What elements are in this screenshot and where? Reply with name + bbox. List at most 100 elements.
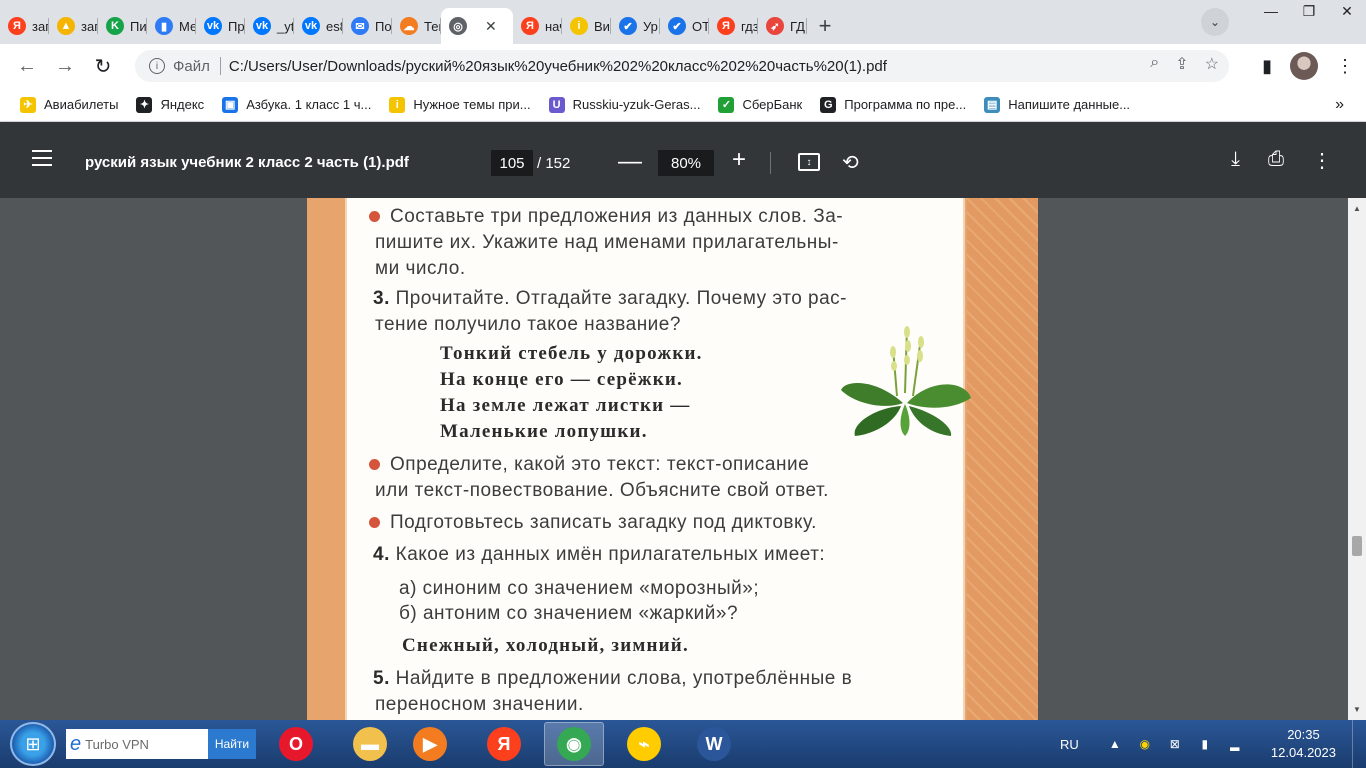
battery-icon[interactable]: ▮ bbox=[1197, 736, 1213, 752]
fit-page-icon[interactable]: ↕ bbox=[798, 153, 820, 171]
profile-avatar[interactable] bbox=[1290, 52, 1318, 80]
check-icon: ✔ bbox=[619, 17, 637, 35]
bookmark-item[interactable]: ✦ Яндекс bbox=[136, 96, 204, 113]
exercise-text: Какое из данных имён прилагательных имее… bbox=[395, 544, 826, 565]
start-button[interactable]: ⊞ bbox=[10, 722, 56, 766]
yandex-icon: Я bbox=[8, 17, 26, 35]
reload-button[interactable]: ↻ bbox=[86, 49, 120, 83]
plane-icon: ✈ bbox=[20, 96, 36, 113]
taskbar-app[interactable]: ▶ bbox=[400, 722, 460, 766]
tab-search-button[interactable]: ⌄ bbox=[1201, 8, 1229, 36]
rotate-icon[interactable]: ⟲ bbox=[842, 150, 859, 175]
tab-title: зап bbox=[81, 18, 98, 34]
language-indicator[interactable]: RU bbox=[1060, 737, 1079, 752]
menu-icon[interactable] bbox=[32, 150, 52, 166]
browser-tab[interactable]: i Ви bbox=[562, 8, 611, 44]
menu-kebab-icon[interactable]: ⋮ bbox=[1336, 56, 1354, 77]
side-panel-icon[interactable]: ▮ bbox=[1262, 56, 1272, 77]
zoom-out-button[interactable]: — bbox=[618, 148, 642, 176]
download-icon[interactable]: ⤓ bbox=[1231, 148, 1240, 173]
browser-tab[interactable]: ✉ По bbox=[343, 8, 392, 44]
taskbar-app[interactable]: W bbox=[684, 722, 744, 766]
bookmark-item[interactable]: ✈ Авиабилеты bbox=[20, 96, 118, 113]
bookmarks-more-button[interactable]: » bbox=[1335, 96, 1344, 114]
network-icon[interactable]: ⊠ bbox=[1167, 736, 1183, 752]
exercise-number: 4. bbox=[373, 544, 390, 565]
browser-tab[interactable]: ▲ зап bbox=[49, 8, 98, 44]
bookmark-item[interactable]: i Нужное темы при... bbox=[389, 96, 531, 113]
info-icon[interactable]: i bbox=[149, 58, 165, 74]
close-tab-icon[interactable]: ✕ bbox=[485, 18, 497, 35]
yandex-icon: Я bbox=[717, 17, 735, 35]
browser-tab[interactable]: vk _yt bbox=[245, 8, 294, 44]
tab-title: Ур bbox=[643, 18, 658, 34]
taskbar-app[interactable]: O bbox=[266, 722, 326, 766]
exercise-4: 4. Какое из данных имён прилагательных и… bbox=[373, 542, 825, 568]
browser-tab[interactable]: ☁ Тег bbox=[392, 8, 441, 44]
tray-expand-icon[interactable]: ▲ bbox=[1107, 736, 1123, 752]
browser-tab[interactable]: ➶ ГД bbox=[758, 8, 807, 44]
browser-tab[interactable]: ✔ ОТ bbox=[660, 8, 709, 44]
clock[interactable]: 20:35 12.04.2023 bbox=[1271, 726, 1336, 762]
bookmarks-bar: ✈ Авиабилеты ✦ Яндекс ▣ Азбука. 1 класс 1 ч..… bbox=[0, 88, 1366, 122]
minimize-button[interactable]: — bbox=[1252, 0, 1290, 22]
show-desktop-button[interactable] bbox=[1352, 720, 1366, 768]
browser-tab[interactable]: vk es8 bbox=[294, 8, 343, 44]
exercise-text: тение получило такое название? bbox=[375, 314, 681, 335]
bookmark-item[interactable]: G Программа по пре... bbox=[820, 96, 966, 113]
bookmark-label: Напишите данные... bbox=[1008, 97, 1131, 112]
browser-tab[interactable]: K Пи bbox=[98, 8, 147, 44]
zoom-icon[interactable]: ⌕ bbox=[1150, 54, 1159, 74]
browser-tab[interactable]: Ягдз bbox=[709, 8, 758, 44]
pdf-viewer[interactable]: Составьте три предложения из данных слов… bbox=[0, 198, 1366, 720]
more-options-icon[interactable]: ⋮ bbox=[1312, 148, 1332, 173]
bookmark-item[interactable]: ✓ СберБанк bbox=[718, 96, 802, 113]
back-button[interactable]: ← bbox=[10, 49, 44, 83]
taskbar-app[interactable]: ⌁ bbox=[614, 722, 674, 766]
bookmark-item[interactable]: U Russkiu-yzuk-Geras... bbox=[548, 96, 700, 113]
browser-tab[interactable]: Язап bbox=[0, 8, 49, 44]
gallery-icon: ▲ bbox=[57, 17, 75, 35]
taskbar-app[interactable]: ◉ bbox=[544, 722, 604, 766]
scroll-up-icon[interactable]: ▲ bbox=[1353, 204, 1361, 213]
print-icon[interactable]: ⎙ bbox=[1268, 148, 1284, 173]
address-bar[interactable]: i Файл C:/Users/User/Downloads/руский%20… bbox=[135, 50, 1229, 82]
taskbar-app[interactable]: Я bbox=[474, 722, 534, 766]
browser-tab[interactable]: ✔ Ур bbox=[611, 8, 660, 44]
search-box[interactable]: e Turbo VPN Найти bbox=[66, 729, 256, 759]
task-line: Подготовьтесь записать загадку под дикто… bbox=[369, 510, 817, 536]
browser-tab[interactable]: vk Пр bbox=[196, 8, 245, 44]
signal-icon[interactable]: ▂ bbox=[1227, 736, 1243, 752]
zoom-in-button[interactable]: + bbox=[732, 146, 746, 174]
address-url[interactable]: C:/Users/User/Downloads/руский%20язык%20… bbox=[229, 58, 887, 75]
bookmark-item[interactable]: ▤ Напишите данные... bbox=[984, 96, 1131, 113]
browser-tab[interactable]: ▮ Ме bbox=[147, 8, 196, 44]
bookmark-item[interactable]: ▣ Азбука. 1 класс 1 ч... bbox=[222, 96, 371, 113]
rocket-icon: ➶ bbox=[766, 17, 784, 35]
info-icon: i bbox=[570, 17, 588, 35]
new-tab-button[interactable]: + bbox=[807, 8, 843, 44]
page-number-input[interactable]: 105 bbox=[491, 150, 533, 176]
exercise-number: 3. bbox=[373, 288, 390, 309]
messenger-icon: ▮ bbox=[155, 17, 173, 35]
shield-icon: U bbox=[548, 96, 565, 113]
app-tray-icon[interactable]: ◉ bbox=[1137, 736, 1153, 752]
search-input[interactable]: Turbo VPN bbox=[85, 737, 149, 752]
vk-icon: vk bbox=[302, 17, 320, 35]
share-icon[interactable]: ⇪ bbox=[1175, 54, 1188, 74]
forward-button[interactable]: → bbox=[48, 49, 82, 83]
poem-line: Тонкий стебель у дорожки. bbox=[440, 343, 703, 364]
vk-icon: vk bbox=[253, 17, 271, 35]
search-button[interactable]: Найти bbox=[208, 729, 256, 759]
scroll-down-icon[interactable]: ▼ bbox=[1353, 705, 1361, 714]
close-window-button[interactable]: ✕ bbox=[1328, 0, 1366, 22]
browser-tab[interactable]: ◎ ✕ bbox=[441, 8, 513, 44]
browser-tab[interactable]: Янач bbox=[513, 8, 562, 44]
scroll-thumb[interactable] bbox=[1352, 536, 1362, 556]
exercise-option: а) синоним со значением «морозный»; bbox=[399, 578, 760, 599]
vertical-scrollbar[interactable]: ▲ ▼ bbox=[1348, 198, 1366, 720]
bookmark-star-icon[interactable]: ☆ bbox=[1205, 54, 1219, 74]
taskbar-app[interactable]: ▬ bbox=[340, 722, 400, 766]
zoom-level-input[interactable]: 80% bbox=[658, 150, 714, 176]
restore-button[interactable]: ❐ bbox=[1290, 0, 1328, 22]
